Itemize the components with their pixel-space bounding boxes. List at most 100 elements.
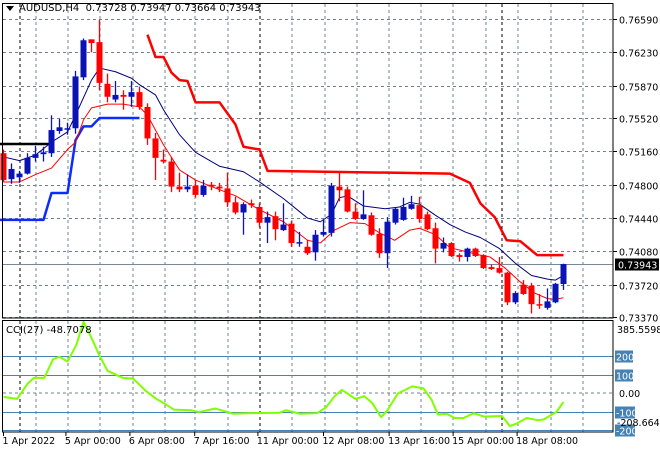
candle <box>168 156 175 193</box>
lower-band-line <box>0 116 140 222</box>
candle-body <box>456 255 463 257</box>
cci-level-label: 100 <box>616 372 634 383</box>
candle <box>344 186 351 213</box>
time-axis-label: 1 Apr 2022 <box>3 436 56 447</box>
candle-body <box>56 127 63 132</box>
candle-body <box>40 152 47 155</box>
cci-panel-border <box>2 320 614 433</box>
candle-body <box>344 189 351 212</box>
chart-canvas[interactable]: 0.76590 0.76230 0.75870 0.75520 0.75160 0.748… <box>0 0 660 450</box>
candle <box>528 282 535 314</box>
candle <box>464 247 471 262</box>
candle <box>224 172 231 207</box>
candle <box>424 211 431 231</box>
price-axis-label: 0.75160 <box>619 148 658 159</box>
chart-title: AUDUSD,H4 0.73728 0.73947 0.73664 0.7394… <box>6 3 261 14</box>
candle-body <box>48 130 55 154</box>
candle <box>192 180 199 198</box>
candle <box>312 230 319 261</box>
candle <box>128 81 135 107</box>
candle-body <box>440 243 447 249</box>
candle <box>504 271 511 306</box>
time-axis-label: 13 Apr 16:00 <box>388 436 450 447</box>
candle-body <box>408 204 415 209</box>
candle-body <box>472 248 479 257</box>
candle <box>280 203 287 232</box>
candle-body <box>0 153 7 181</box>
candle <box>392 206 399 225</box>
candle-body <box>168 161 175 187</box>
candle-body <box>544 301 551 308</box>
candle-body <box>496 268 503 273</box>
candle-body <box>488 267 495 269</box>
candle-body <box>120 94 127 97</box>
candle <box>96 19 103 91</box>
candle <box>112 81 119 103</box>
candle-body <box>280 224 287 231</box>
candle-body <box>304 246 311 254</box>
time-axis-label: 6 Apr 08:00 <box>129 436 185 447</box>
price-axis-label: 0.74800 <box>619 182 658 193</box>
candle-body <box>312 234 319 253</box>
main-panel-border <box>2 3 614 319</box>
candle-body <box>264 217 271 223</box>
price-axis-label: 0.74440 <box>619 215 658 226</box>
high-value: 0.73947 <box>130 3 172 14</box>
candle-body <box>64 128 71 130</box>
candle-body <box>80 40 87 78</box>
candle <box>208 181 215 191</box>
candle <box>288 220 295 247</box>
time-axis-label: 11 Apr 00:00 <box>257 436 319 447</box>
candle <box>368 212 375 236</box>
candle <box>256 203 263 228</box>
candle-body <box>528 285 535 305</box>
candle-body <box>32 154 39 158</box>
candle-body <box>160 159 167 162</box>
candle-body <box>248 203 255 206</box>
time-axis-label: 15 Apr 00:00 <box>452 436 514 447</box>
candle-body <box>512 293 519 303</box>
time-axis-label: 12 Apr 08:00 <box>323 436 385 447</box>
candle <box>328 182 335 237</box>
candle <box>152 132 159 181</box>
candle <box>120 90 127 110</box>
candle-body <box>432 228 439 249</box>
candle <box>176 172 183 193</box>
candle-body <box>288 223 295 244</box>
candle <box>0 149 7 182</box>
candle-body <box>128 92 135 97</box>
candle <box>8 163 15 184</box>
price-axis-label: 0.76590 <box>619 16 658 27</box>
candle <box>88 39 95 53</box>
candle-body <box>72 76 79 129</box>
candle <box>80 38 87 81</box>
cci-line <box>3 320 565 428</box>
price-axis-label: 0.75870 <box>619 83 658 94</box>
low-value: 0.73664 <box>174 3 217 14</box>
candle-body <box>360 214 367 219</box>
time-axis-label: 5 Apr 00:00 <box>65 436 121 447</box>
time-axis-label: 7 Apr 16:00 <box>194 436 250 447</box>
cci-level-label: 200 <box>616 353 634 364</box>
candle <box>232 196 239 215</box>
candle <box>136 86 143 110</box>
candle <box>416 196 423 223</box>
candle-body <box>240 204 247 213</box>
slow-ma-line <box>3 67 564 281</box>
candle-body <box>184 186 191 190</box>
dropdown-triangle-icon[interactable] <box>6 5 14 11</box>
price-axis-label: 0.76230 <box>619 49 658 60</box>
candle-body <box>8 168 15 180</box>
cci-zero-label: 0.00 <box>619 389 640 400</box>
candle-body <box>552 283 559 303</box>
candle-body <box>384 221 391 254</box>
candle <box>512 291 519 305</box>
candle <box>376 228 383 258</box>
candle-body <box>24 157 31 174</box>
candle-body <box>152 138 159 158</box>
candle-body <box>560 264 567 284</box>
candle-body <box>448 243 455 257</box>
candle <box>184 174 191 193</box>
price-axis-label: 0.73370 <box>619 314 658 325</box>
candle-body <box>320 231 327 235</box>
